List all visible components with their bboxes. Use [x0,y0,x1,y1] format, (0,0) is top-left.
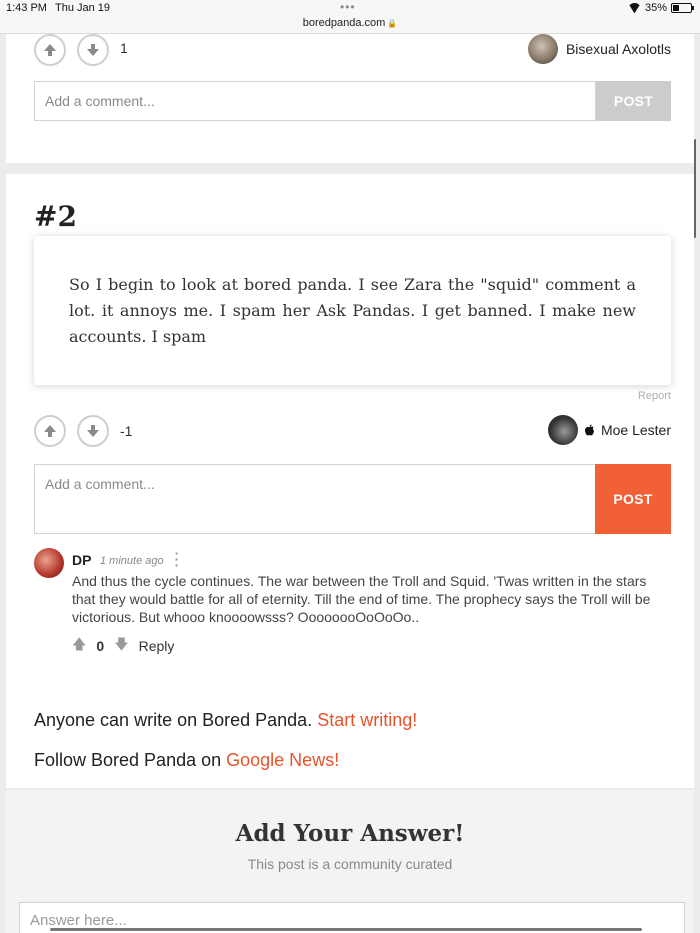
lock-icon: 🔒 [387,19,398,28]
apple-icon [584,424,594,436]
battery-percent: 35% [644,2,667,14]
reply-link[interactable]: Reply [139,638,175,654]
write-promo-text: Anyone can write on Bored Panda. [34,710,313,730]
comment-upvote-icon[interactable]: 🡅 [72,634,86,658]
address-bar[interactable]: boredpanda.com 🔒 [0,17,700,29]
commenter-name[interactable]: DP [72,552,91,568]
follow-promo-text: Follow Bored Panda on [34,750,222,770]
author-name: Moe Lester [600,422,671,438]
entry-author[interactable]: Bisexual Axolotls [527,34,671,64]
post-button[interactable]: POST [596,81,671,121]
arrow-up-icon [44,425,56,437]
address-url: boredpanda.com [302,17,386,29]
follow-promo: Follow Bored Panda on Google News! [34,750,339,771]
tab-menu-dots-icon[interactable]: ••• [340,0,356,14]
arrow-up-icon [44,44,56,56]
downvote-button[interactable] [77,415,109,447]
comment-input[interactable]: Add a comment... [34,81,596,121]
upvote-button[interactable] [34,415,66,447]
wifi-icon [628,3,641,13]
browser-status-bar: 1:43 PM Thu Jan 19 ••• boredpanda.com 🔒 3… [0,0,700,34]
entry-rank: #2 [34,200,77,233]
battery-icon [671,3,694,13]
more-options-icon[interactable]: · · · [174,546,180,572]
scrollbar[interactable] [694,139,696,238]
status-date: Thu Jan 19 [55,2,111,14]
status-indicators: 35% [628,2,694,14]
author-name: Bisexual Axolotls [565,41,671,57]
comment-input[interactable]: Add a comment... [34,464,596,534]
vote-score: -1 [120,423,133,439]
comment-time: 1 minute ago [100,555,164,567]
post-button[interactable]: POST [595,464,671,534]
arrow-down-icon [87,425,99,437]
comment-actions: 🡅 0 🡇 Reply [72,634,174,658]
report-link[interactable]: Report [638,390,671,402]
vote-score: 1 [120,40,128,56]
avatar [547,415,578,445]
comment-vote-count: 0 [96,638,105,654]
upvote-button[interactable] [34,34,66,66]
arrow-down-icon [87,44,99,56]
start-writing-link[interactable]: Start writing! [317,710,417,730]
status-time: 1:43 PM [6,2,47,14]
commenter-avatar[interactable] [34,548,64,578]
entry-card-2: #2 So I begin to look at bored panda. I … [6,174,694,788]
comment-text: And thus the cycle continues. The war be… [72,573,651,625]
answer-input-underline [50,928,642,931]
write-promo: Anyone can write on Bored Panda. Start w… [34,710,417,731]
entry-text: So I begin to look at bored panda. I see… [69,275,636,346]
add-answer-title: Add Your Answer! [235,820,465,847]
downvote-button[interactable] [77,34,109,66]
avatar [527,34,558,64]
entry-card-1: 1 Bisexual Axolotls Add a comment... POS… [6,34,694,163]
entry-author[interactable]: Moe Lester [547,415,671,445]
comment-downvote-icon[interactable]: 🡇 [114,634,128,658]
add-answer-subtitle: This post is a community curated [247,856,453,872]
entry-quote-box: So I begin to look at bored panda. I see… [34,236,671,385]
google-news-link[interactable]: Google News! [226,750,339,770]
